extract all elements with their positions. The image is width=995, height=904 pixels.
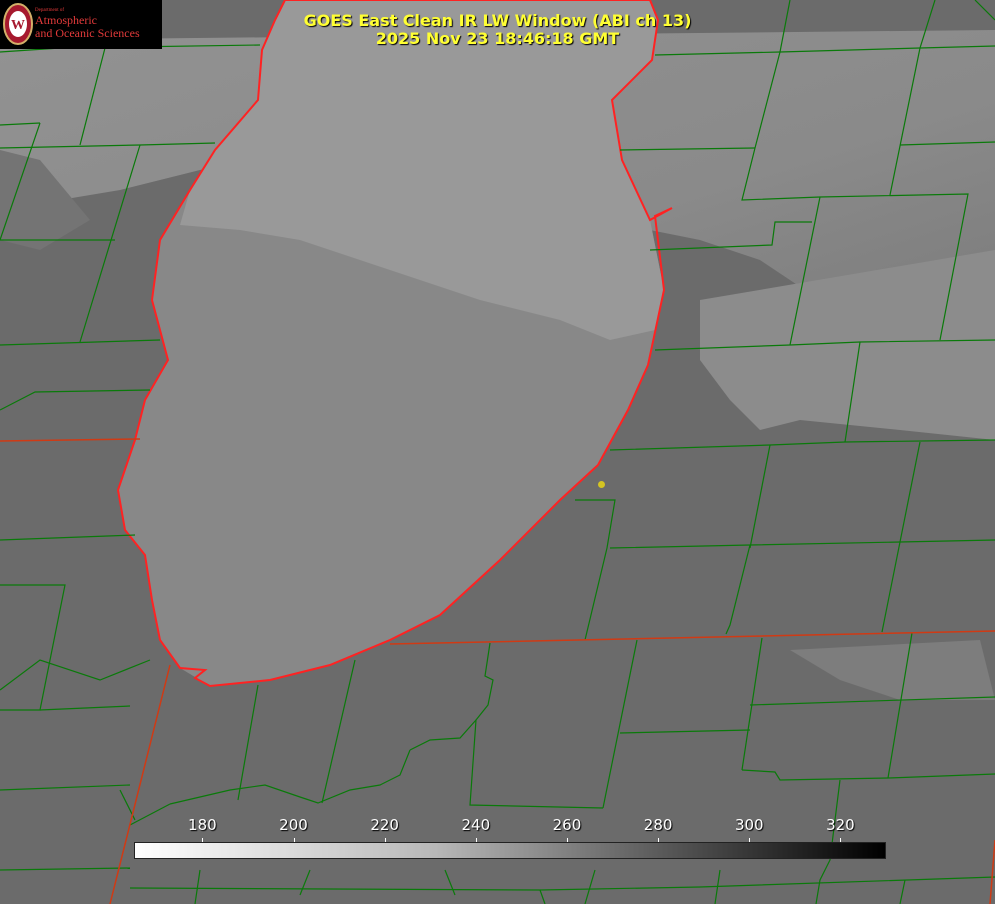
colorbar-tick-label: 320 xyxy=(826,816,855,834)
colorbar-tick-label: 220 xyxy=(370,816,399,834)
colorbar xyxy=(134,842,886,859)
station-marker xyxy=(598,481,605,488)
colorbar-tick-label: 280 xyxy=(643,816,673,834)
satellite-map xyxy=(0,0,995,904)
colorbar-tick-label: 200 xyxy=(279,816,308,834)
logo-line-2: and Oceanic Sciences xyxy=(35,26,140,40)
colorbar-tick-label: 260 xyxy=(552,816,582,834)
colorbar-tick-label: 180 xyxy=(188,816,217,834)
colorbar-tick-label: 240 xyxy=(461,816,491,834)
university-seal-icon: W xyxy=(3,3,33,45)
svg-text:W: W xyxy=(11,18,25,33)
aos-logo[interactable]: W Department of Atmospheric and Oceanic … xyxy=(0,0,162,49)
colorbar-tick-label: 300 xyxy=(734,816,764,834)
